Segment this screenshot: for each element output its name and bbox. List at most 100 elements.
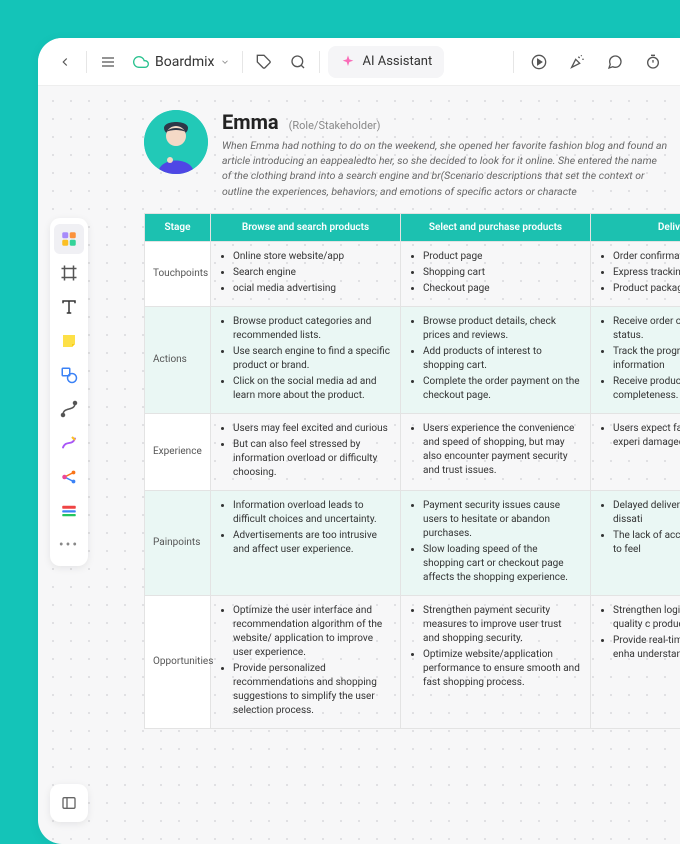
- table-cell[interactable]: Browse product details, check prices and…: [401, 306, 591, 413]
- list-item: Click on the social media ad and learn m…: [233, 375, 390, 403]
- document-title-dropdown[interactable]: Boardmix: [125, 45, 238, 79]
- list-item: Online store website/app: [233, 250, 390, 264]
- table-cell[interactable]: Users expect fast an but may also experi…: [591, 413, 680, 490]
- document-title-text: Boardmix: [155, 54, 214, 70]
- present-button[interactable]: [522, 45, 556, 79]
- tag-button[interactable]: [247, 45, 281, 79]
- list-item: Provide personalized recommendations and…: [233, 662, 390, 718]
- comment-button[interactable]: [598, 45, 632, 79]
- table-row: Opportunities Optimize the user interface…: [145, 595, 680, 728]
- tool-sidebar: •••: [50, 218, 88, 566]
- list-item: Optimize the user interface and recommen…: [233, 604, 390, 660]
- table-cell[interactable]: Online store website/app Search engine oci…: [211, 241, 401, 306]
- list-item: Users expect fast an but may also experi…: [613, 422, 680, 450]
- list-item: Complete the order payment on the checko…: [423, 375, 580, 403]
- canvas[interactable]: ••• Emma (Ro: [38, 86, 680, 844]
- tool-more[interactable]: •••: [54, 530, 84, 560]
- row-label: Touchpoints: [145, 241, 211, 306]
- persona-avatar: [144, 110, 208, 174]
- topbar: Boardmix AI Assistant: [38, 38, 680, 86]
- journey-map-content: Emma (Role/Stakeholder) When Emma had no…: [144, 110, 680, 729]
- table-cell[interactable]: Browse product categories and recommende…: [211, 306, 401, 413]
- table-cell[interactable]: Information overload leads to difficult …: [211, 490, 401, 595]
- table-cell[interactable]: Strengthen logistics packaging quality c…: [591, 595, 680, 728]
- tool-sticky-note[interactable]: [54, 326, 84, 356]
- tool-templates[interactable]: [54, 224, 84, 254]
- chevron-down-icon: [220, 57, 230, 67]
- list-item: Browse product categories and recommende…: [233, 315, 390, 343]
- list-item: Optimize website/application performance…: [423, 648, 580, 690]
- divider: [242, 51, 243, 73]
- journey-map-table: Stage Browse and search products Select …: [144, 213, 680, 729]
- list-item: Strengthen payment security measures to …: [423, 604, 580, 646]
- list-item: Browse product details, check prices and…: [423, 315, 580, 343]
- row-label: Painpoints: [145, 490, 211, 595]
- tool-frame[interactable]: [54, 258, 84, 288]
- persona-header: Emma (Role/Stakeholder) When Emma had no…: [144, 110, 680, 199]
- table-cell[interactable]: Optimize the user interface and recommen…: [211, 595, 401, 728]
- list-item: Product packaging: [613, 282, 680, 296]
- row-label: Experience: [145, 413, 211, 490]
- table-cell[interactable]: Payment security issues cause users to h…: [401, 490, 591, 595]
- row-label: Actions: [145, 306, 211, 413]
- list-item: Product page: [423, 250, 580, 264]
- divider: [319, 51, 320, 73]
- back-button[interactable]: [48, 45, 82, 79]
- table-cell[interactable]: Product page Shopping cart Checkout page: [401, 241, 591, 306]
- list-item: Payment security issues cause users to h…: [423, 499, 580, 541]
- ai-assistant-button[interactable]: AI Assistant: [328, 46, 444, 78]
- table-cell[interactable]: Order confirmation Express tracking inf Pr…: [591, 241, 680, 306]
- table-cell[interactable]: Users experience the convenience and spe…: [401, 413, 591, 490]
- table-cell[interactable]: Strengthen payment security measures to …: [401, 595, 591, 728]
- list-item: Strengthen logistics packaging quality c…: [613, 604, 680, 632]
- table-row: Touchpoints Online store website/app Searc…: [145, 241, 680, 306]
- list-item: Search engine: [233, 266, 390, 280]
- list-item: Order confirmation: [613, 250, 680, 264]
- tool-shapes[interactable]: [54, 360, 84, 390]
- list-item: Information overload leads to difficult …: [233, 499, 390, 527]
- persona-role: (Role/Stakeholder): [289, 119, 381, 132]
- divider: [513, 51, 514, 73]
- timer-button[interactable]: [636, 45, 670, 79]
- tool-pen[interactable]: [54, 428, 84, 458]
- table-row: Painpoints Information overload leads to …: [145, 490, 680, 595]
- persona-name: Emma: [222, 110, 279, 134]
- header-browse: Browse and search products: [211, 213, 401, 241]
- row-label: Opportunities: [145, 595, 211, 728]
- header-select: Select and purchase products: [401, 213, 591, 241]
- tool-table[interactable]: [54, 496, 84, 526]
- list-item: But can also feel stressed by informatio…: [233, 438, 390, 480]
- menu-button[interactable]: [91, 45, 125, 79]
- list-item: Slow loading speed of the shopping cart …: [423, 543, 580, 585]
- list-item: Checkout page: [423, 282, 580, 296]
- celebrate-button[interactable]: [560, 45, 594, 79]
- list-item: Receive product anc completeness.: [613, 375, 680, 403]
- tool-text[interactable]: [54, 292, 84, 322]
- list-item: Users experience the convenience and spe…: [423, 422, 580, 478]
- table-row: Actions Browse product categories and rec…: [145, 306, 680, 413]
- app-window: Boardmix AI Assistant: [38, 38, 680, 844]
- ai-sparkle-icon: [340, 54, 356, 70]
- tool-connector[interactable]: [54, 394, 84, 424]
- ai-assistant-label: AI Assistant: [362, 54, 432, 69]
- list-item: Receive order confir check order status.: [613, 315, 680, 343]
- table-cell[interactable]: Users may feel excited and curious But ca…: [211, 413, 401, 490]
- tool-mindmap[interactable]: [54, 462, 84, 492]
- table-cell[interactable]: Delayed delivery or leads to user dissat…: [591, 490, 680, 595]
- table-cell[interactable]: Receive order confir check order status.…: [591, 306, 680, 413]
- list-item: Provide real-time de information to enha…: [613, 634, 680, 662]
- list-item: Delayed delivery or leads to user dissat…: [613, 499, 680, 527]
- sidebar-collapse-button[interactable]: [50, 784, 88, 822]
- list-item: Advertisements are too intrusive and aff…: [233, 529, 390, 557]
- search-button[interactable]: [281, 45, 315, 79]
- list-item: Users may feel excited and curious: [233, 422, 390, 436]
- header-delivery: Delivery and: [591, 213, 680, 241]
- header-stage: Stage: [145, 213, 211, 241]
- table-header-row: Stage Browse and search products Select …: [145, 213, 680, 241]
- list-item: Shopping cart: [423, 266, 580, 280]
- table-row: ExperienceUsers may feel excited and cur…: [145, 413, 680, 490]
- cloud-icon: [133, 54, 149, 70]
- list-item: Express tracking inf: [613, 266, 680, 280]
- list-item: Use search engine to find a specific pro…: [233, 345, 390, 373]
- list-item: ocial media advertising: [233, 282, 390, 296]
